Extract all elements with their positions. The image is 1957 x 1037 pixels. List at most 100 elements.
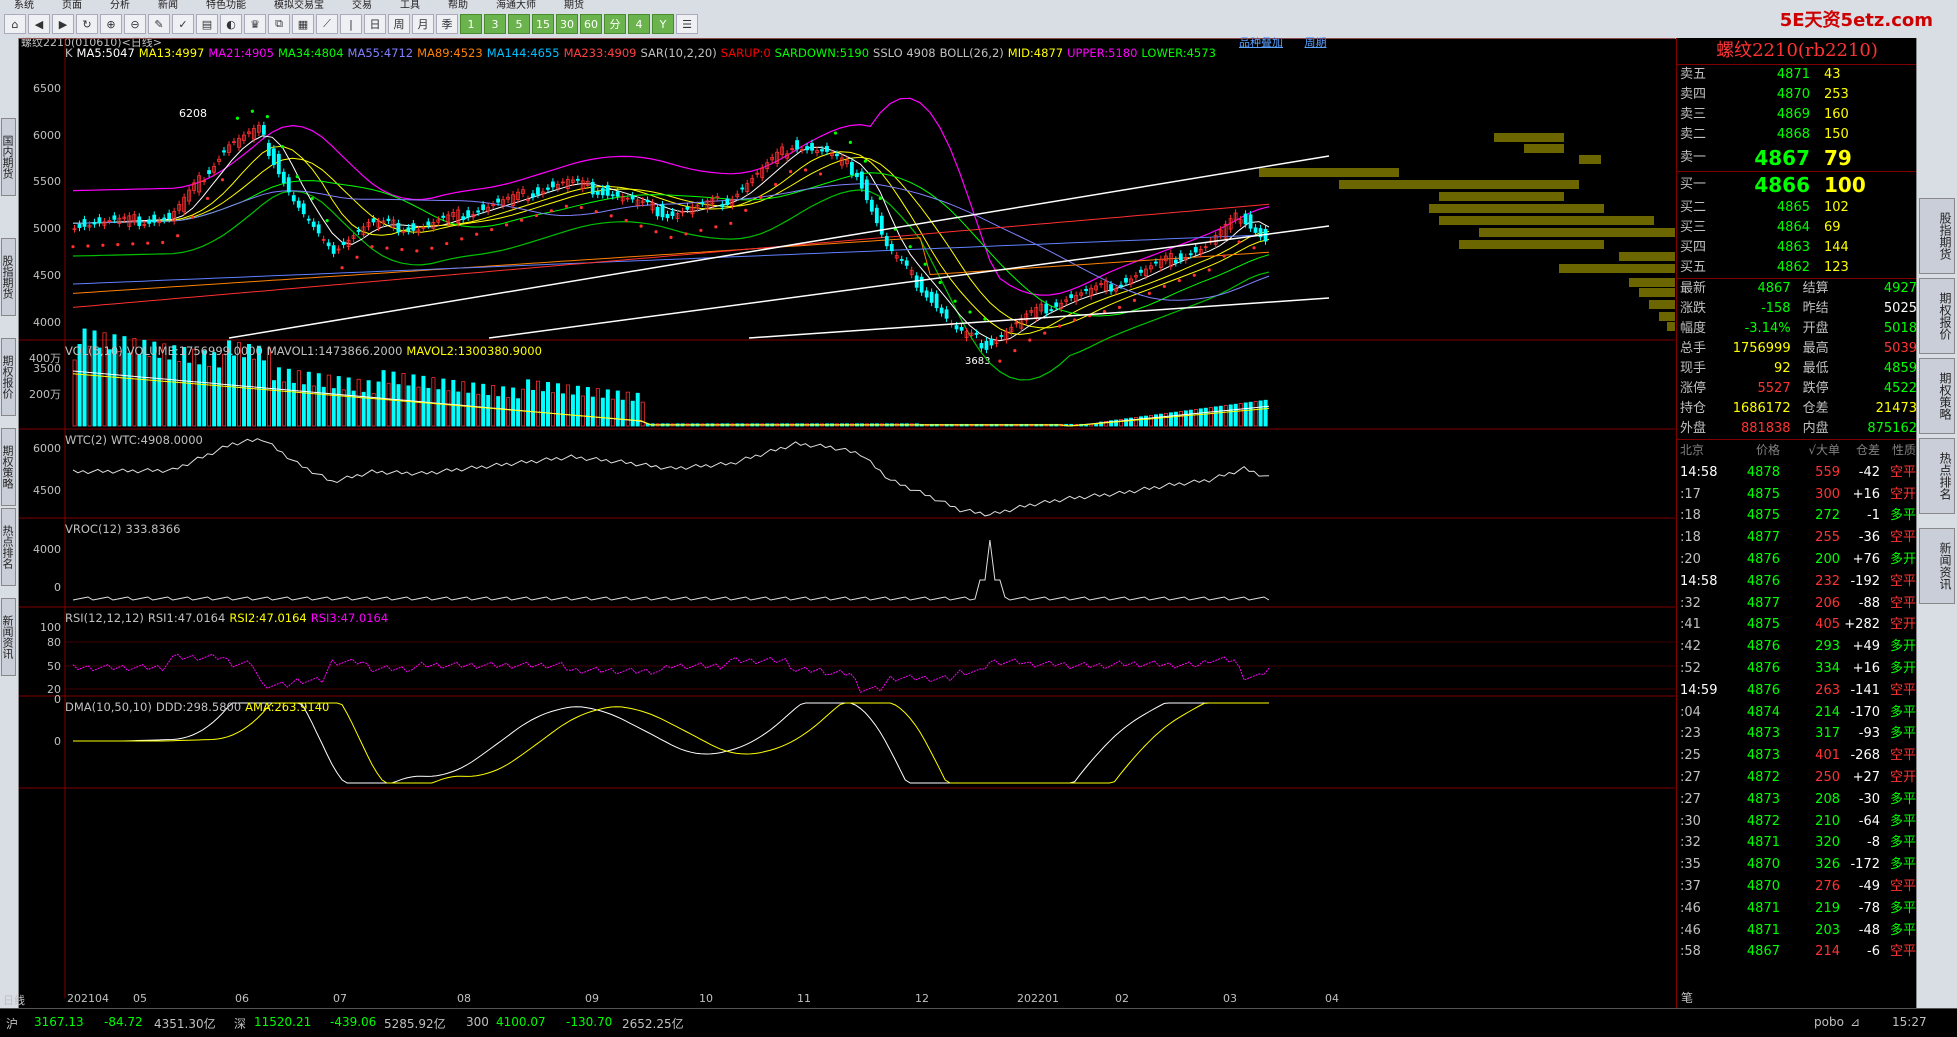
tick-row[interactable]: :35 4870 326 -172 多平 xyxy=(1677,854,1917,876)
tick-row[interactable]: :25 4873 401 -268 空平 xyxy=(1677,745,1917,767)
candle-body xyxy=(954,325,959,330)
toolbar-60-button[interactable]: 60 xyxy=(580,14,602,34)
right-tab[interactable]: 股指期货 xyxy=(1919,198,1955,274)
right-tab[interactable]: 热点排名 xyxy=(1919,438,1955,514)
left-tab[interactable]: 新闻资讯 xyxy=(1,598,16,676)
toolbar-home-button[interactable]: ⌂ xyxy=(4,14,26,34)
toolbar-日-button[interactable]: 日 xyxy=(364,14,386,34)
tick-cell: 4875 xyxy=(1746,486,1780,502)
toolbar-30-button[interactable]: 30 xyxy=(556,14,578,34)
menu-item[interactable]: 交易 xyxy=(352,1,372,11)
toolbar-5-button[interactable]: 5 xyxy=(508,14,530,34)
toolbar-color-button[interactable]: ◐ xyxy=(220,14,242,34)
toolbar-4-button[interactable]: 4 xyxy=(628,14,650,34)
tick-row[interactable]: :23 4873 317 -93 多平 xyxy=(1677,723,1917,745)
toolbar-周-button[interactable]: 周 xyxy=(388,14,410,34)
bid-row[interactable]: 买一 4866 100 xyxy=(1677,172,1917,198)
menu-item[interactable]: 新闻 xyxy=(158,1,178,11)
left-tab[interactable]: 期权策略 xyxy=(1,428,16,506)
toolbar-refresh-button[interactable]: ↻ xyxy=(76,14,98,34)
tick-row[interactable]: :46 4871 203 -48 多平 xyxy=(1677,920,1917,942)
toolbar-zoom-button[interactable]: ⊕ xyxy=(100,14,122,34)
toolbar-line-button[interactable]: ⟋ xyxy=(316,14,338,34)
tick-row[interactable]: :32 4877 206 -88 空平 xyxy=(1677,593,1917,615)
toolbar-zoomout-button[interactable]: ⊖ xyxy=(124,14,146,34)
toolbar-fwd-button[interactable]: ▶ xyxy=(52,14,74,34)
toolbar-季-button[interactable]: 季 xyxy=(436,14,458,34)
toolbar-mark-button[interactable]: ✓ xyxy=(172,14,194,34)
sar-dot xyxy=(654,230,658,234)
toolbar-list-button[interactable]: ☰ xyxy=(676,14,698,34)
bid-row[interactable]: 买三 4864 69 xyxy=(1677,218,1917,238)
menu-item[interactable]: 期货 xyxy=(564,1,584,11)
left-tab[interactable]: 国内期货 xyxy=(1,118,16,196)
tick-row[interactable]: :18 4875 272 -1 多平 xyxy=(1677,505,1917,527)
toolbar-月-button[interactable]: 月 xyxy=(412,14,434,34)
right-tab[interactable]: 期权策略 xyxy=(1919,358,1955,434)
candle-body xyxy=(1084,288,1089,291)
toolbar-分-button[interactable]: 分 xyxy=(604,14,626,34)
ask-row[interactable]: 卖三 4869 160 xyxy=(1677,105,1917,125)
sar-dot xyxy=(1147,291,1151,295)
toolbar-draw-button[interactable]: ✎ xyxy=(148,14,170,34)
contract-title[interactable]: 螺纹2210(rb2210) xyxy=(1677,38,1917,65)
right-tab[interactable]: 期权报价 xyxy=(1919,278,1955,354)
tick-row[interactable]: :32 4871 320 -8 多平 xyxy=(1677,832,1917,854)
tick-col-header: 北京 xyxy=(1680,443,1705,457)
tick-row[interactable]: :04 4874 214 -170 多平 xyxy=(1677,702,1917,724)
left-tab[interactable]: 期权报价 xyxy=(1,338,16,416)
volume-bar xyxy=(570,394,575,427)
menu-item[interactable]: 特色功能 xyxy=(206,1,246,11)
menu-item[interactable]: 分析 xyxy=(110,1,130,11)
toolbar-tick-button[interactable]: ▤ xyxy=(196,14,218,34)
menu-item[interactable]: 系统 xyxy=(14,1,34,11)
toolbar-1-button[interactable]: 1 xyxy=(460,14,482,34)
chart-svg[interactable]: 6500600055005000450040003500400万200万6000… xyxy=(19,38,1675,998)
tick-row[interactable]: 14:59 4876 263 -141 空平 xyxy=(1677,680,1917,702)
left-tab[interactable]: 股指期货 xyxy=(1,238,16,316)
menu-item[interactable]: 帮助 xyxy=(448,1,468,11)
tick-row[interactable]: :42 4876 293 +49 多开 xyxy=(1677,636,1917,658)
tick-row[interactable]: :41 4875 405 +282 空开 xyxy=(1677,614,1917,636)
left-tab[interactable]: 热点排名 xyxy=(1,508,16,586)
bid-row[interactable]: 买五 4862 123 xyxy=(1677,258,1917,278)
tick-row[interactable]: :27 4872 250 +27 空开 xyxy=(1677,767,1917,789)
tick-row[interactable]: 14:58 4878 559 -42 空平 xyxy=(1677,462,1917,484)
toolbar-3-button[interactable]: 3 xyxy=(484,14,506,34)
menu-item[interactable]: 页面 xyxy=(62,1,82,11)
toolbar-back-button[interactable]: ◀ xyxy=(28,14,50,34)
tick-row[interactable]: :27 4873 208 -30 多平 xyxy=(1677,789,1917,811)
legend-item: SARUP:0 xyxy=(720,46,771,60)
toolbar-chart-button[interactable]: ⧉ xyxy=(268,14,290,34)
tick-row[interactable]: :46 4871 219 -78 多平 xyxy=(1677,898,1917,920)
ask-row[interactable]: 卖二 4868 150 xyxy=(1677,125,1917,145)
tick-row[interactable]: 14:58 4876 232 -192 空平 xyxy=(1677,571,1917,593)
toolbar-15-button[interactable]: 15 xyxy=(532,14,554,34)
sar-dot xyxy=(1192,273,1196,277)
tick-row[interactable]: :30 4872 210 -64 多平 xyxy=(1677,811,1917,833)
toolbar-cup-button[interactable]: ♛ xyxy=(244,14,266,34)
ask-row[interactable]: 卖四 4870 253 xyxy=(1677,85,1917,105)
toolbar-Y-button[interactable]: Y xyxy=(652,14,674,34)
toolbar-grid-button[interactable]: ▦ xyxy=(292,14,314,34)
bid-row[interactable]: 买二 4865 102 xyxy=(1677,198,1917,218)
tick-row[interactable]: :52 4876 334 +16 多开 xyxy=(1677,658,1917,680)
candle-body xyxy=(590,182,595,195)
tick-row[interactable]: :58 4867 214 -6 空平 xyxy=(1677,941,1917,963)
sar-dot xyxy=(355,255,359,259)
menu-item[interactable]: 模拟交易宝 xyxy=(274,1,324,11)
right-tab[interactable]: 新闻资讯 xyxy=(1919,528,1955,604)
volume-bar xyxy=(615,390,620,427)
toolbar-sep-button[interactable]: | xyxy=(340,14,362,34)
tick-row[interactable]: :37 4870 276 -49 空平 xyxy=(1677,876,1917,898)
menu-item[interactable]: 海通大师 xyxy=(496,1,536,11)
menu-item[interactable]: 工具 xyxy=(400,1,420,11)
tick-row[interactable]: :18 4877 255 -36 空平 xyxy=(1677,527,1917,549)
tick-row[interactable]: :17 4875 300 +16 空开 xyxy=(1677,484,1917,506)
tick-list[interactable]: 14:58 4878 559 -42 空平:17 4875 300 +16 空开:18 4875 2… xyxy=(1677,462,1917,963)
y-tick-label: 0 xyxy=(54,581,61,594)
ask-row[interactable]: 卖一 4867 79 xyxy=(1677,145,1917,171)
bid-row[interactable]: 买四 4863 144 xyxy=(1677,238,1917,258)
tick-row[interactable]: :20 4876 200 +76 多开 xyxy=(1677,549,1917,571)
ask-row[interactable]: 卖五 4871 43 xyxy=(1677,65,1917,85)
